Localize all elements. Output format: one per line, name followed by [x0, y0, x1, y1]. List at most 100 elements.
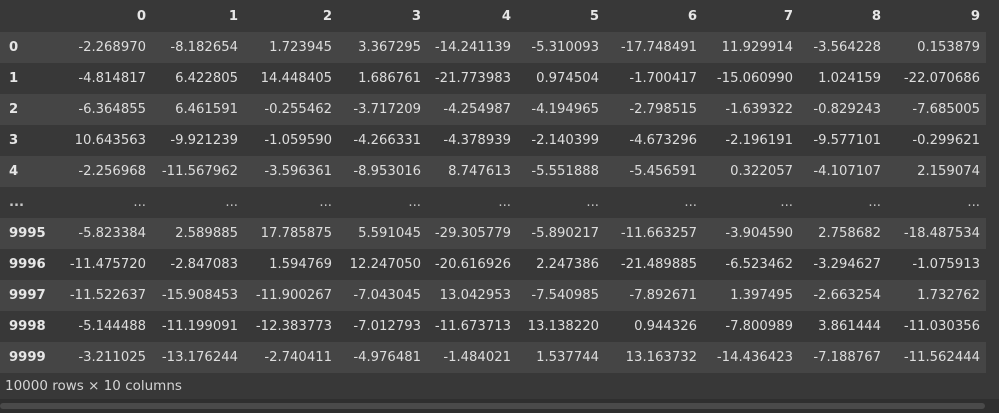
table-cell: -2.847083 — [170, 257, 238, 272]
table-cell: ... — [408, 195, 421, 210]
table-cell: -2.256968 — [78, 164, 146, 179]
table-cell: -14.241139 — [434, 40, 511, 55]
table-cell: -21.773983 — [434, 71, 511, 86]
table-cell: -15.060990 — [716, 71, 793, 86]
table-cell: -5.551888 — [531, 164, 599, 179]
table-cell: -4.194965 — [531, 102, 599, 117]
table-cell: -29.305779 — [434, 226, 511, 241]
table-cell: -3.717209 — [353, 102, 421, 117]
table-cell: ... — [225, 195, 238, 210]
table-cell: -2.140399 — [531, 133, 599, 148]
table-cell: -1.700417 — [629, 71, 697, 86]
table-row: 9999 -3.211025 -13.176244 -2.740411 -4.9… — [0, 342, 986, 373]
table-cell: -11.673713 — [434, 319, 511, 334]
table-cell: ... — [319, 195, 332, 210]
table-cell: 8.747613 — [448, 164, 511, 179]
table-cell: -2.663254 — [813, 288, 881, 303]
column-header: 7 — [783, 8, 793, 24]
table-cell: -3.596361 — [264, 164, 332, 179]
table-cell: -7.188767 — [813, 350, 881, 365]
table-row: 2 -6.364855 6.461591 -0.255462 -3.717209… — [0, 94, 986, 125]
table-cell: 17.785875 — [260, 226, 332, 241]
table-row: 9997 -11.522637 -15.908453 -11.900267 -7… — [0, 280, 986, 311]
table-cell: 1.723945 — [269, 40, 332, 55]
column-header: 8 — [871, 8, 881, 24]
table-cell: 2.247386 — [536, 257, 599, 272]
table-cell: 13.042953 — [439, 288, 511, 303]
table-cell: -3.904590 — [725, 226, 793, 241]
table-cell: -21.489885 — [620, 257, 697, 272]
table-cell: 13.163732 — [625, 350, 697, 365]
table-cell: -7.685005 — [912, 102, 980, 117]
column-header: 5 — [589, 8, 599, 24]
table-cell: -3.564228 — [813, 40, 881, 55]
table-cell: 1.537744 — [536, 350, 599, 365]
table-cell: -4.378939 — [443, 133, 511, 148]
scrollbar-thumb[interactable] — [0, 403, 985, 409]
row-index: 1 — [9, 71, 19, 86]
table-cell: 14.448405 — [260, 71, 332, 86]
column-header: 4 — [501, 8, 511, 24]
table-cell: -1.075913 — [912, 257, 980, 272]
table-cell: 1.686761 — [358, 71, 421, 86]
table-cell: 6.422805 — [175, 71, 238, 86]
table-row: 9998 -5.144488 -11.199091 -12.383773 -7.… — [0, 311, 986, 342]
table-cell: -4.254987 — [443, 102, 511, 117]
table-cell: -11.900267 — [255, 288, 332, 303]
table-cell: ... — [684, 195, 697, 210]
table-cell: -9.921239 — [170, 133, 238, 148]
table-cell: -6.523462 — [725, 257, 793, 272]
table-cell: 2.758682 — [818, 226, 881, 241]
table-cell: -11.567962 — [161, 164, 238, 179]
row-index: 3 — [9, 133, 19, 148]
table-cell: 1.594769 — [269, 257, 332, 272]
table-cell: 12.247050 — [349, 257, 421, 272]
table-cell: -7.012793 — [353, 319, 421, 334]
table-cell: -2.268970 — [78, 40, 146, 55]
row-index: 0 — [9, 40, 19, 55]
table-cell: ... — [133, 195, 146, 210]
table-cell: -11.030356 — [903, 319, 980, 334]
table-row: 1 -4.814817 6.422805 14.448405 1.686761 … — [0, 63, 986, 94]
table-cell: -12.383773 — [255, 319, 332, 334]
table-cell: -3.294627 — [813, 257, 881, 272]
table-cell: 0.974504 — [536, 71, 599, 86]
column-header: 0 — [136, 8, 146, 24]
table-cell: -20.616926 — [434, 257, 511, 272]
table-cell: ... — [498, 195, 511, 210]
table-cell: 2.589885 — [175, 226, 238, 241]
table-cell: -4.673296 — [629, 133, 697, 148]
table-row: 3 10.643563 -9.921239 -1.059590 -4.26633… — [0, 125, 986, 156]
row-index: 9997 — [9, 288, 46, 303]
table-cell: -6.364855 — [78, 102, 146, 117]
table-cell: -11.663257 — [620, 226, 697, 241]
table-cell: ... — [780, 195, 793, 210]
table-row: 4 -2.256968 -11.567962 -3.596361 -8.9530… — [0, 156, 986, 187]
index-header — [0, 0, 58, 32]
dataframe-output: 0 1 2 3 4 5 6 7 8 9 0 -2.268970 -8.18265… — [0, 0, 999, 413]
table-cell: -5.456591 — [629, 164, 697, 179]
table-cell: -0.255462 — [264, 102, 332, 117]
table-cell: -8.953016 — [353, 164, 421, 179]
table-cell: -5.890217 — [531, 226, 599, 241]
table-row: 0 -2.268970 -8.182654 1.723945 3.367295 … — [0, 32, 986, 63]
table-cell: -11.199091 — [161, 319, 238, 334]
row-index: 9995 — [9, 226, 46, 241]
table-cell: -4.814817 — [78, 71, 146, 86]
table-cell: -7.800989 — [725, 319, 793, 334]
table-cell: 3.367295 — [358, 40, 421, 55]
table-cell: -1.059590 — [264, 133, 332, 148]
table-cell: ... — [586, 195, 599, 210]
row-index: ... — [9, 195, 25, 210]
table-cell: -5.144488 — [78, 319, 146, 334]
table-cell: 13.138220 — [527, 319, 599, 334]
table-cell: -11.562444 — [903, 350, 980, 365]
table-cell: ... — [967, 195, 980, 210]
table-cell: -0.299621 — [912, 133, 980, 148]
table-cell: 0.322057 — [730, 164, 793, 179]
ellipsis-row: ... ... ... ... ... ... ... ... ... ... … — [0, 187, 986, 218]
table-cell: -0.829243 — [813, 102, 881, 117]
table-cell: 6.461591 — [175, 102, 238, 117]
table-cell: -5.823384 — [78, 226, 146, 241]
header-row: 0 1 2 3 4 5 6 7 8 9 — [0, 0, 986, 32]
